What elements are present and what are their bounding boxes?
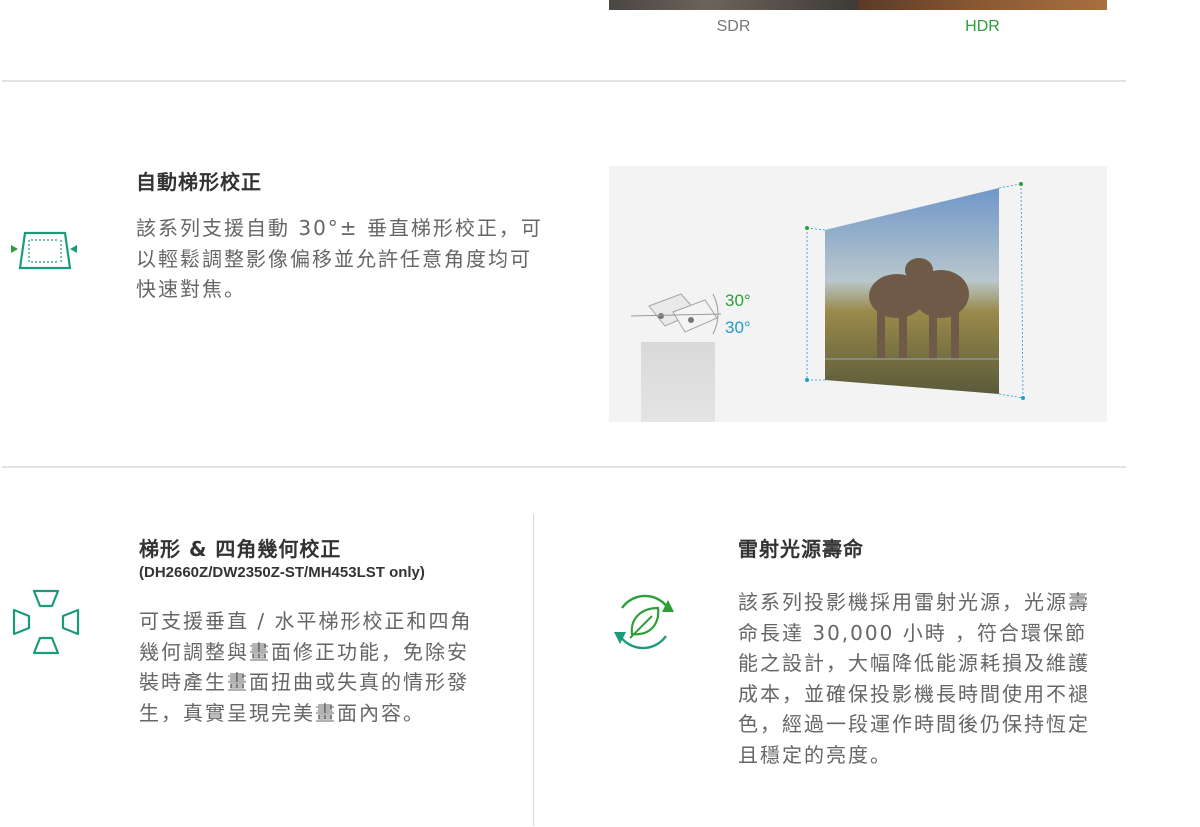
corner-correction-models: (DH2660Z/DW2350Z-ST/MH453LST only) <box>139 564 425 581</box>
angle-up-label: 30° <box>725 291 751 310</box>
hdr-label: HDR <box>965 18 1000 35</box>
keystone-illustration: 30° 30° <box>609 166 1107 422</box>
keystone-description: 該系列支援自動 30°± 垂直梯形校正，可以輕鬆調整影像偏移並允許任意角度均可快… <box>136 216 543 301</box>
section-divider <box>2 80 1126 82</box>
angle-down-label: 30° <box>725 318 751 337</box>
laser-life-description: 該系列投影機採用雷射光源，光源壽命長達 30,000 小時 ，符合環保節能之設計… <box>738 590 1090 767</box>
keystone-title: 自動梯形校正 <box>136 170 262 194</box>
hdr-image <box>858 0 1107 10</box>
four-corner-icon <box>12 589 80 655</box>
laser-life-title: 雷射光源壽命 <box>738 537 864 561</box>
hdr-comparison-images <box>609 0 1107 10</box>
keystone-icon <box>11 231 77 270</box>
sdr-image <box>609 0 858 10</box>
projector-icon <box>630 293 722 335</box>
projection-diagram <box>630 182 1025 400</box>
section-divider <box>2 466 1126 468</box>
corner-correction-title: 梯形 & 四角幾何校正 <box>139 537 342 561</box>
column-divider <box>533 514 534 826</box>
corner-correction-description: 可支援垂直 / 水平梯形校正和四角幾何調整與畫面修正功能，免除安裝時產生畫面扭曲… <box>139 609 473 725</box>
sdr-label: SDR <box>716 18 751 35</box>
eco-leaf-icon <box>614 594 674 650</box>
